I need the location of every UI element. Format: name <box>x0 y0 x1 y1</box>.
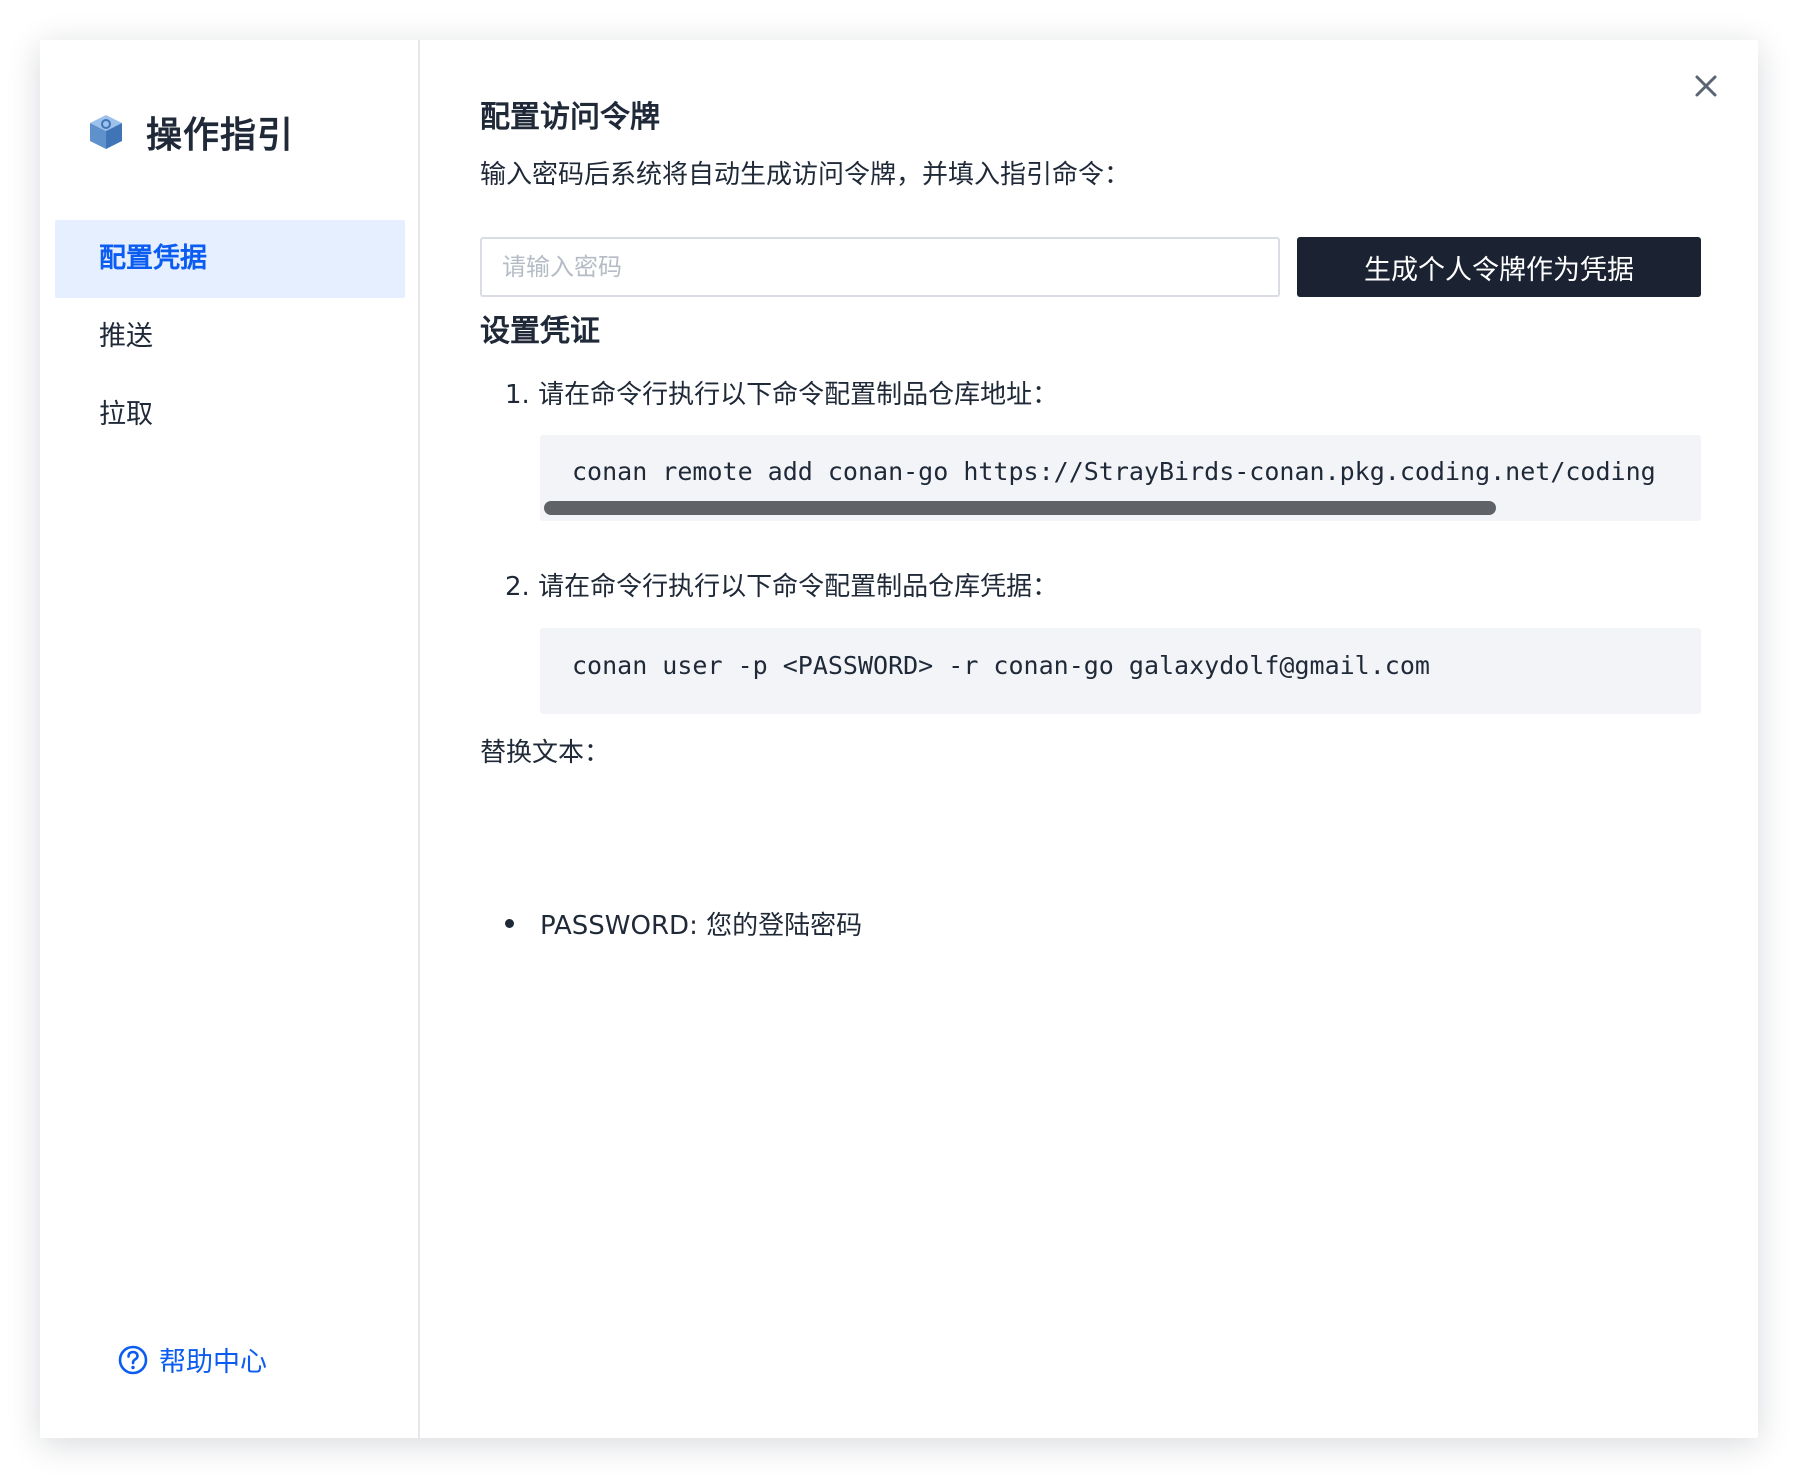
nav-item-push[interactable]: 推送 <box>55 298 405 376</box>
password-input[interactable] <box>480 237 1280 297</box>
code-user-login: conan user -p <PASSWORD> -r conan-go gal… <box>572 651 1430 680</box>
replacement-list-item: PASSWORD: 您的登陆密码 <box>505 905 862 942</box>
sidebar-title: 操作指引 <box>146 115 295 156</box>
step-2-label: 2. 请在命令行执行以下命令配置制品仓库凭据： <box>505 572 1059 602</box>
token-section-title: 配置访问令牌 <box>480 100 660 135</box>
close-icon <box>1695 75 1717 97</box>
nav-item-pull[interactable]: 拉取 <box>55 376 405 454</box>
generate-token-button[interactable]: 生成个人令牌作为凭据 <box>1297 237 1701 297</box>
close-button[interactable] <box>1686 66 1726 106</box>
credential-section-title: 设置凭证 <box>480 314 600 349</box>
code-block-remote-add[interactable]: conan remote add conan-go https://StrayB… <box>540 435 1701 521</box>
code-remote-add: conan remote add conan-go https://StrayB… <box>572 457 1656 486</box>
step-1-label: 1. 请在命令行执行以下命令配置制品仓库地址： <box>505 380 1059 410</box>
operation-guide-modal: 操作指引 配置凭据 推送 拉取 帮助中心 配置访问令牌 输入密码后系统将自动生成… <box>40 40 1758 1438</box>
horizontal-scrollbar[interactable] <box>544 501 1496 515</box>
sidebar-nav: 配置凭据 推送 拉取 <box>55 220 405 454</box>
code-block-user-login[interactable]: conan user -p <PASSWORD> -r conan-go gal… <box>540 628 1701 714</box>
sidebar: 操作指引 配置凭据 推送 拉取 帮助中心 <box>40 40 420 1438</box>
package-cube-icon <box>90 115 122 149</box>
replacement-text: PASSWORD: 您的登陆密码 <box>540 911 863 941</box>
bullet-dot <box>505 919 514 928</box>
help-center-link[interactable]: 帮助中心 <box>117 1340 267 1379</box>
main-content: 配置访问令牌 输入密码后系统将自动生成访问令牌，并填入指引命令： 生成个人令牌作… <box>420 40 1758 1438</box>
replace-text-title: 替换文本： <box>480 738 611 768</box>
help-circle-icon <box>118 1345 148 1374</box>
token-description: 输入密码后系统将自动生成访问令牌，并填入指引命令： <box>480 160 1131 190</box>
brand: 操作指引 <box>86 106 294 158</box>
help-center-label: 帮助中心 <box>159 1347 267 1378</box>
nav-item-configure-credentials[interactable]: 配置凭据 <box>55 220 405 298</box>
